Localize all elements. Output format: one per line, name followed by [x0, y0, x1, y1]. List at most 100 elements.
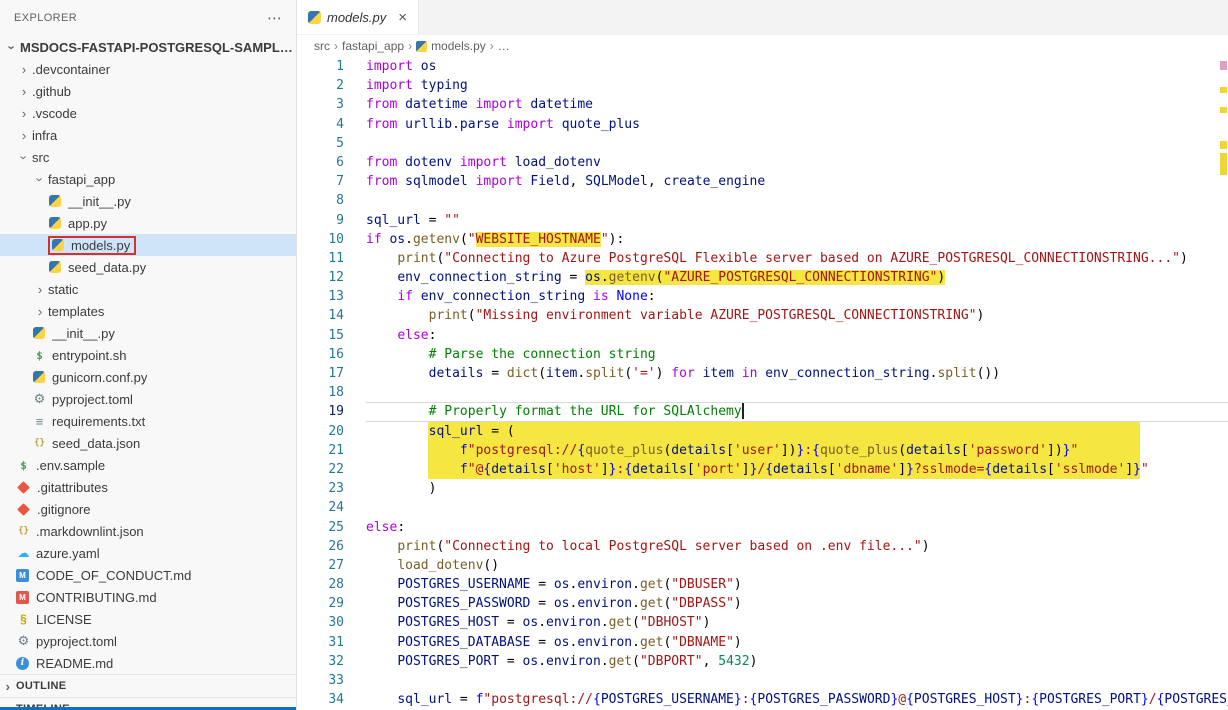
line-number[interactable]: 22 — [297, 460, 344, 479]
line-number[interactable]: 32 — [297, 652, 344, 671]
code-line-27[interactable]: 27 load_dotenv() — [297, 556, 1228, 575]
line-number[interactable]: 23 — [297, 479, 344, 498]
line-number[interactable]: 2 — [297, 76, 344, 95]
line-number[interactable]: 15 — [297, 326, 344, 345]
close-icon[interactable]: × — [398, 10, 407, 25]
line-number[interactable]: 7 — [297, 172, 344, 191]
line-number[interactable]: 8 — [297, 191, 344, 210]
line-number[interactable]: 31 — [297, 633, 344, 652]
code-line-10[interactable]: 10if os.getenv("WEBSITE_HOSTNAME"): — [297, 230, 1228, 249]
line-number[interactable]: 20 — [297, 422, 344, 441]
tree-item-fastapi-app[interactable]: ›fastapi_app — [0, 168, 296, 190]
line-number[interactable]: 30 — [297, 613, 344, 632]
code-line-25[interactable]: 25else: — [297, 518, 1228, 537]
line-number[interactable]: 14 — [297, 306, 344, 325]
tree-item-gunicorn-conf-py[interactable]: gunicorn.conf.py — [0, 366, 296, 388]
code-line-11[interactable]: 11 print("Connecting to Azure PostgreSQL… — [297, 249, 1228, 268]
code-line-13[interactable]: 13 if env_connection_string is None: — [297, 287, 1228, 306]
line-number[interactable]: 11 — [297, 249, 344, 268]
line-number[interactable]: 1 — [297, 57, 344, 76]
line-number[interactable]: 17 — [297, 364, 344, 383]
code-line-21[interactable]: 21 f"postgresql://{quote_plus(details['u… — [297, 441, 1228, 460]
code-editor[interactable]: 1import os2import typing3from datetime i… — [297, 57, 1228, 710]
tree-item-entrypoint-sh[interactable]: entrypoint.sh — [0, 344, 296, 366]
code-line-26[interactable]: 26 print("Connecting to local PostgreSQL… — [297, 537, 1228, 556]
tree-item-github[interactable]: ›.github — [0, 80, 296, 102]
line-number[interactable]: 34 — [297, 690, 344, 709]
tree-item-static[interactable]: ›static — [0, 278, 296, 300]
tree-item-app-py[interactable]: app.py — [0, 212, 296, 234]
line-number[interactable]: 25 — [297, 518, 344, 537]
line-number[interactable]: 9 — [297, 211, 344, 230]
code-line-2[interactable]: 2import typing — [297, 76, 1228, 95]
line-number[interactable]: 33 — [297, 671, 344, 690]
code-line-22[interactable]: 22 f"@{details['host']}:{details['port']… — [297, 460, 1228, 479]
tree-item-vscode[interactable]: ›.vscode — [0, 102, 296, 124]
tree-item-gitattributes[interactable]: .gitattributes — [0, 476, 296, 498]
section-outline[interactable]: ›OUTLINE — [0, 674, 296, 697]
line-number[interactable]: 6 — [297, 153, 344, 172]
tree-item-init-py[interactable]: __init__.py — [0, 322, 296, 344]
code-line-5[interactable]: 5 — [297, 134, 1228, 153]
code-line-24[interactable]: 24 — [297, 498, 1228, 517]
tree-item-license[interactable]: LICENSE — [0, 608, 296, 630]
code-line-15[interactable]: 15 else: — [297, 326, 1228, 345]
breadcrumb-item-models-py[interactable]: models.py — [416, 39, 486, 53]
code-line-29[interactable]: 29 POSTGRES_PASSWORD = os.environ.get("D… — [297, 594, 1228, 613]
code-line-33[interactable]: 33 — [297, 671, 1228, 690]
tree-item-seed-data-json[interactable]: seed_data.json — [0, 432, 296, 454]
tree-item-devcontainer[interactable]: ›.devcontainer — [0, 58, 296, 80]
code-line-7[interactable]: 7from sqlmodel import Field, SQLModel, c… — [297, 172, 1228, 191]
overview-ruler[interactable] — [1218, 57, 1228, 710]
code-line-16[interactable]: 16 # Parse the connection string — [297, 345, 1228, 364]
line-number[interactable]: 5 — [297, 134, 344, 153]
code-line-19[interactable]: 19 # Properly format the URL for SQLAlch… — [297, 402, 1228, 421]
code-line-12[interactable]: 12 env_connection_string = os.getenv("AZ… — [297, 268, 1228, 287]
code-line-18[interactable]: 18 — [297, 383, 1228, 402]
tree-item-azure-yaml[interactable]: azure.yaml — [0, 542, 296, 564]
code-line-9[interactable]: 9sql_url = "" — [297, 211, 1228, 230]
line-number[interactable]: 13 — [297, 287, 344, 306]
line-number[interactable]: 4 — [297, 115, 344, 134]
line-number[interactable]: 28 — [297, 575, 344, 594]
code-line-8[interactable]: 8 — [297, 191, 1228, 210]
tree-item-contributing-md[interactable]: CONTRIBUTING.md — [0, 586, 296, 608]
line-number[interactable]: 12 — [297, 268, 344, 287]
code-line-3[interactable]: 3from datetime import datetime — [297, 95, 1228, 114]
breadcrumb-item-src[interactable]: src — [314, 39, 330, 53]
line-number[interactable]: 10 — [297, 230, 344, 249]
tree-item-models-py[interactable]: models.py — [0, 234, 296, 256]
line-number[interactable]: 19 — [297, 402, 344, 421]
tree-item-markdownlint-json[interactable]: .markdownlint.json — [0, 520, 296, 542]
line-number[interactable]: 21 — [297, 441, 344, 460]
tree-root-item[interactable]: › MSDOCS-FASTAPI-POSTGRESQL-SAMPLE-APP [… — [0, 36, 296, 58]
tree-item-gitignore[interactable]: .gitignore — [0, 498, 296, 520]
tree-item-pyproject-toml[interactable]: pyproject.toml — [0, 388, 296, 410]
tree-item-infra[interactable]: ›infra — [0, 124, 296, 146]
code-line-6[interactable]: 6from dotenv import load_dotenv — [297, 153, 1228, 172]
line-number[interactable]: 3 — [297, 95, 344, 114]
line-number[interactable]: 18 — [297, 383, 344, 402]
code-line-14[interactable]: 14 print("Missing environment variable A… — [297, 306, 1228, 325]
code-line-31[interactable]: 31 POSTGRES_DATABASE = os.environ.get("D… — [297, 633, 1228, 652]
line-number[interactable]: 24 — [297, 498, 344, 517]
code-line-32[interactable]: 32 POSTGRES_PORT = os.environ.get("DBPOR… — [297, 652, 1228, 671]
code-line-4[interactable]: 4from urllib.parse import quote_plus — [297, 115, 1228, 134]
code-line-20[interactable]: 20 sql_url = ( — [297, 422, 1228, 441]
more-actions-icon[interactable]: ⋯ — [267, 11, 282, 26]
tree-item-env-sample[interactable]: .env.sample — [0, 454, 296, 476]
line-number[interactable]: 26 — [297, 537, 344, 556]
code-line-17[interactable]: 17 details = dict(item.split('=') for it… — [297, 364, 1228, 383]
tree-item-init-py[interactable]: __init__.py — [0, 190, 296, 212]
breadcrumb-item-fastapi-app[interactable]: fastapi_app — [342, 39, 404, 53]
code-line-34[interactable]: 34 sql_url = f"postgresql://{POSTGRES_US… — [297, 690, 1228, 709]
code-line-1[interactable]: 1import os — [297, 57, 1228, 76]
tree-item-requirements-txt[interactable]: requirements.txt — [0, 410, 296, 432]
tree-item-readme-md[interactable]: README.md — [0, 652, 296, 674]
tree-item-code-of-conduct-md[interactable]: CODE_OF_CONDUCT.md — [0, 564, 296, 586]
breadcrumb-item-more[interactable]: … — [498, 39, 510, 53]
code-line-30[interactable]: 30 POSTGRES_HOST = os.environ.get("DBHOS… — [297, 613, 1228, 632]
tab-models-py[interactable]: models.py × — [297, 0, 419, 34]
code-line-23[interactable]: 23 ) — [297, 479, 1228, 498]
line-number[interactable]: 16 — [297, 345, 344, 364]
